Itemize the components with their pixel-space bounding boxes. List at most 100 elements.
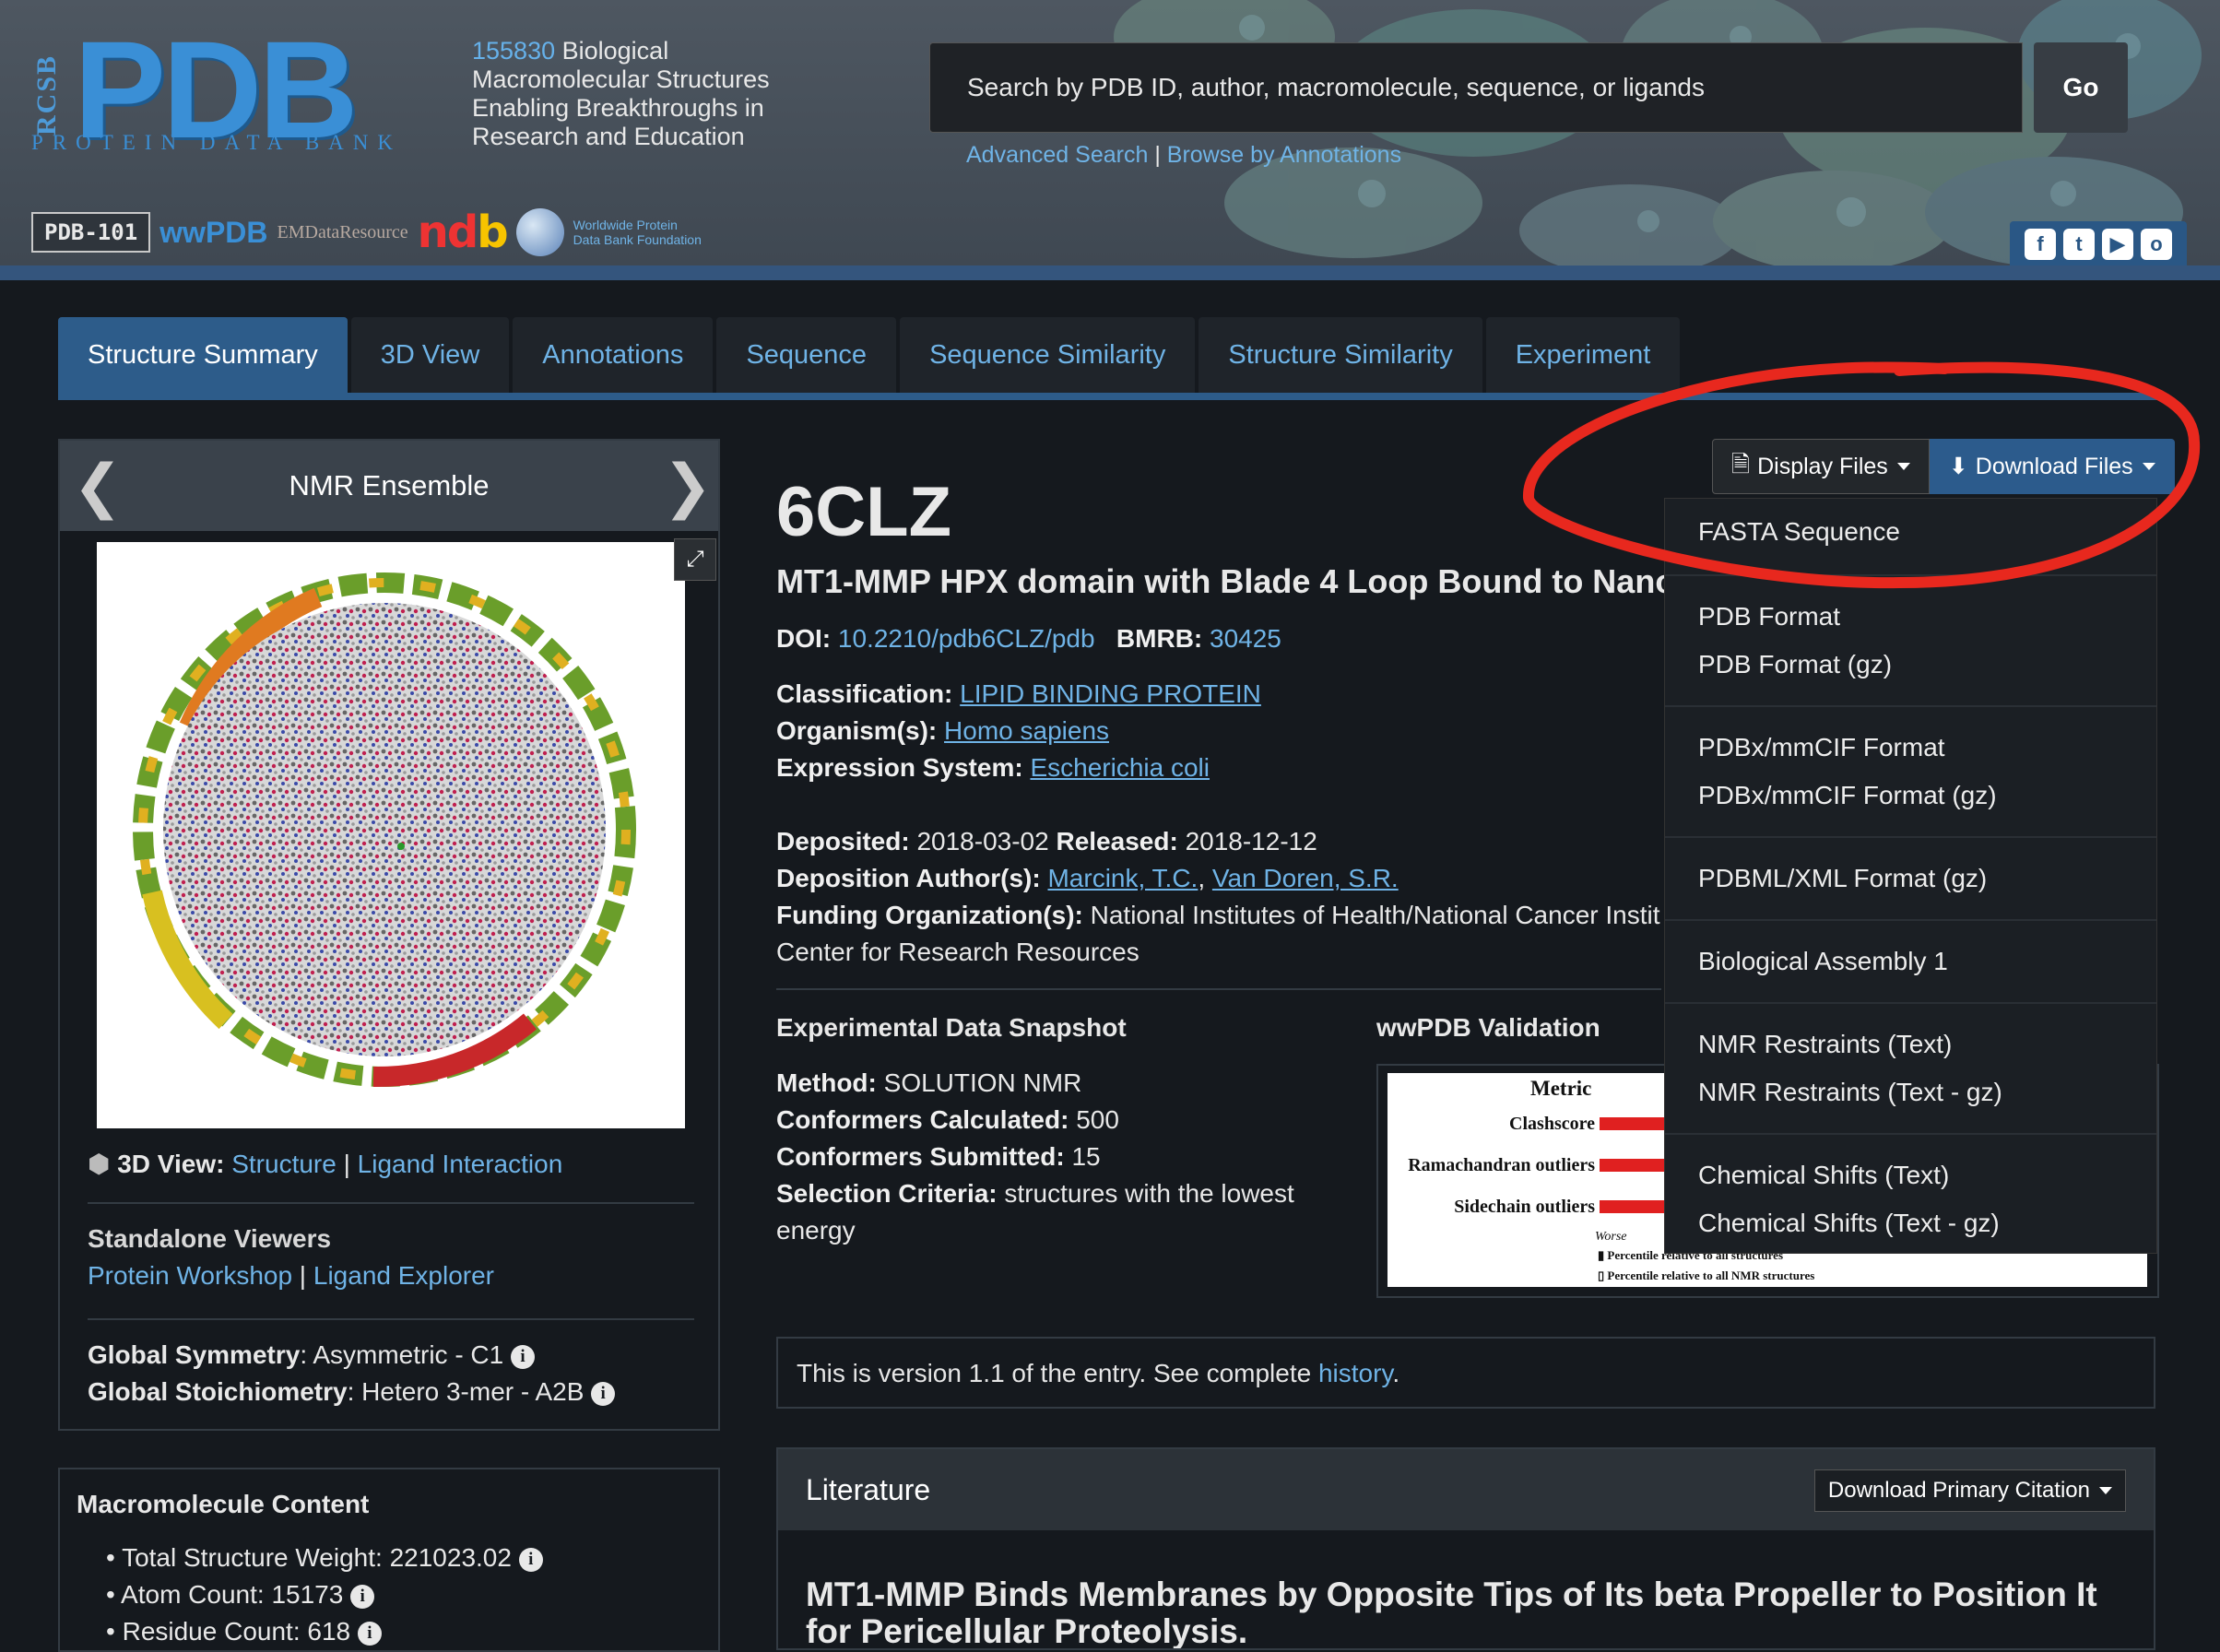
link-separator: |: [1154, 142, 1161, 168]
next-arrow-icon[interactable]: ❯: [663, 456, 713, 515]
metric-label: Ramachandran outliers: [1408, 1155, 1595, 1175]
dates-row: Deposited: 2018-03-02 Released: 2018-12-…: [776, 827, 1317, 856]
standalone-viewers-title: Standalone Viewers: [88, 1224, 332, 1253]
menu-item-mmcif-gz[interactable]: PDBx/mmCIF Format (gz): [1698, 781, 1997, 810]
menu-item-nmr-restraints-gz[interactable]: NMR Restraints (Text - gz): [1698, 1078, 2002, 1107]
protein-workshop-link[interactable]: Protein Workshop: [88, 1261, 292, 1290]
tab-structure-summary[interactable]: Structure Summary: [58, 317, 348, 393]
divider: [88, 1202, 694, 1204]
selection-criteria-row: Selection Criteria: structures with the …: [776, 1179, 1294, 1208]
info-icon[interactable]: i: [511, 1345, 536, 1369]
wwpdb-logo[interactable]: wwPDB: [159, 216, 267, 250]
method-row: Method: SOLUTION NMR: [776, 1068, 1082, 1097]
literature-panel: Literature Download Primary Citation MT1…: [776, 1447, 2155, 1650]
ensemble-title: NMR Ensemble: [289, 469, 490, 502]
twitter-icon[interactable]: t: [2063, 229, 2095, 260]
view3d-structure-link[interactable]: Structure: [231, 1150, 337, 1178]
browse-annotations-link[interactable]: Browse by Annotations: [1167, 142, 1401, 168]
conformers-calculated-row: Conformers Calculated: 500: [776, 1105, 1119, 1134]
header-divider: [0, 266, 2220, 280]
literature-title: Literature: [806, 1473, 931, 1506]
caret-down-icon: [2142, 463, 2155, 470]
structure-image[interactable]: [97, 542, 685, 1128]
classification-row: Classification: LIPID BINDING PROTEIN: [776, 679, 1261, 708]
global-stoichiometry-row: Global Stoichiometry: Hetero 3-mer - A2B…: [88, 1377, 616, 1407]
view3d-row: ⬢ 3D View: Structure | Ligand Interactio…: [88, 1150, 563, 1178]
entry-id: 6CLZ: [776, 473, 951, 551]
info-icon[interactable]: i: [350, 1585, 375, 1609]
file-buttons: 🗎 Display Files ⬇ Download Files: [1712, 439, 2175, 494]
metric-label: Clashscore: [1509, 1114, 1595, 1134]
doi-link[interactable]: 10.2210/pdb6CLZ/pdb: [838, 624, 1095, 653]
view3d-label: 3D View:: [117, 1150, 225, 1178]
download-files-button[interactable]: ⬇ Download Files: [1929, 439, 2175, 494]
menu-divider: [1665, 1133, 2156, 1135]
organism-link[interactable]: Homo sapiens: [944, 716, 1109, 745]
ligand-explorer-link[interactable]: Ligand Explorer: [313, 1261, 494, 1290]
history-link[interactable]: history: [1318, 1359, 1392, 1387]
emdataresource-logo[interactable]: EMDataResource: [278, 222, 408, 243]
tab-3d-view[interactable]: 3D View: [350, 317, 510, 393]
view3d-ligand-link[interactable]: Ligand Interaction: [358, 1150, 563, 1178]
wwpdb-foundation-globe-icon: [515, 208, 564, 256]
selection-criteria-row-cont: energy: [776, 1216, 856, 1245]
menu-item-pdbml[interactable]: PDBML/XML Format (gz): [1698, 864, 1987, 893]
menu-item-mmcif[interactable]: PDBx/mmCIF Format: [1698, 733, 1945, 762]
doi-row: DOI: 10.2210/pdb6CLZ/pdb BMRB: 30425: [776, 624, 1281, 653]
github-icon[interactable]: o: [2141, 229, 2172, 260]
ndb-logo[interactable]: ndb: [418, 206, 509, 258]
tab-structure-similarity[interactable]: Structure Similarity: [1199, 317, 1482, 393]
tab-annotations[interactable]: Annotations: [513, 317, 714, 393]
prev-arrow-icon[interactable]: ❮: [73, 456, 123, 515]
wwpdb-foundation-logo[interactable]: Worldwide Protein Data Bank Foundation: [573, 218, 703, 247]
standalone-viewers-links: Protein Workshop | Ligand Explorer: [88, 1261, 494, 1290]
divider: [776, 988, 1661, 990]
tab-sequence-similarity[interactable]: Sequence Similarity: [900, 317, 1196, 393]
partner-logos: PDB-101 wwPDB EMDataResource ndb Worldwi…: [31, 206, 703, 258]
tab-experiment[interactable]: Experiment: [1485, 317, 1681, 393]
facebook-icon[interactable]: f: [2025, 229, 2056, 260]
funding-row-cont: Center for Research Resources: [776, 938, 1140, 966]
bmrb-link[interactable]: 30425: [1210, 624, 1281, 653]
menu-divider: [1665, 1002, 2156, 1004]
download-citation-button[interactable]: Download Primary Citation: [1813, 1469, 2126, 1512]
paper-title[interactable]: MT1-MMP Binds Membranes by Opposite Tips…: [806, 1576, 2133, 1649]
info-icon[interactable]: i: [357, 1622, 382, 1646]
expression-system-link[interactable]: Escherichia coli: [1030, 753, 1210, 782]
download-files-menu: FASTA Sequence PDB Format PDB Format (gz…: [1664, 498, 2157, 1254]
menu-item-pdb-gz[interactable]: PDB Format (gz): [1698, 650, 1892, 679]
author-link[interactable]: Van Doren, S.R.: [1212, 864, 1399, 892]
menu-item-pdb[interactable]: PDB Format: [1698, 602, 1840, 631]
menu-item-fasta[interactable]: FASTA Sequence: [1698, 517, 1900, 547]
menu-divider: [1665, 836, 2156, 838]
structure-count: 155830: [472, 37, 556, 65]
menu-item-assembly[interactable]: Biological Assembly 1: [1698, 947, 1948, 976]
tab-sequence[interactable]: Sequence: [716, 317, 897, 393]
site-header: RCSB PDB PROTEIN DATA BANK 155830 Biolog…: [0, 0, 2220, 266]
pdb101-logo[interactable]: PDB-101: [31, 212, 151, 253]
menu-item-nmr-restraints[interactable]: NMR Restraints (Text): [1698, 1030, 1952, 1059]
search-input[interactable]: [930, 43, 2022, 132]
funding-row: Funding Organization(s): National Instit…: [776, 901, 1661, 929]
advanced-search-link[interactable]: Advanced Search: [966, 142, 1148, 168]
author-link[interactable]: Marcink, T.C.: [1047, 864, 1198, 892]
info-icon[interactable]: i: [518, 1548, 543, 1572]
snapshot-title: Experimental Data Snapshot: [776, 1013, 1127, 1042]
list-item: • Residue Count: 618 i: [106, 1617, 382, 1646]
tab-underline: [58, 393, 2162, 400]
worse-label: Worse: [1595, 1230, 1627, 1244]
menu-divider: [1665, 705, 2156, 707]
menu-item-chemical-shifts[interactable]: Chemical Shifts (Text): [1698, 1161, 1949, 1190]
classification-link[interactable]: LIPID BINDING PROTEIN: [960, 679, 1261, 708]
menu-item-chemical-shifts-gz[interactable]: Chemical Shifts (Text - gz): [1698, 1209, 2000, 1238]
info-icon[interactable]: i: [591, 1382, 616, 1406]
search-links: Advanced Search | Browse by Annotations: [966, 142, 1401, 169]
download-icon: ⬇: [1948, 454, 1968, 479]
global-symmetry-value: : Asymmetric - C1: [300, 1340, 504, 1369]
organism-row: Organism(s): Homo sapiens: [776, 716, 1110, 745]
expand-icon[interactable]: ⤢: [674, 538, 716, 581]
search-go-button[interactable]: Go: [2034, 42, 2128, 133]
global-symmetry-row: Global Symmetry: Asymmetric - C1 i: [88, 1340, 536, 1370]
display-files-button[interactable]: 🗎 Display Files: [1712, 439, 1930, 494]
youtube-icon[interactable]: ▶: [2102, 229, 2133, 260]
